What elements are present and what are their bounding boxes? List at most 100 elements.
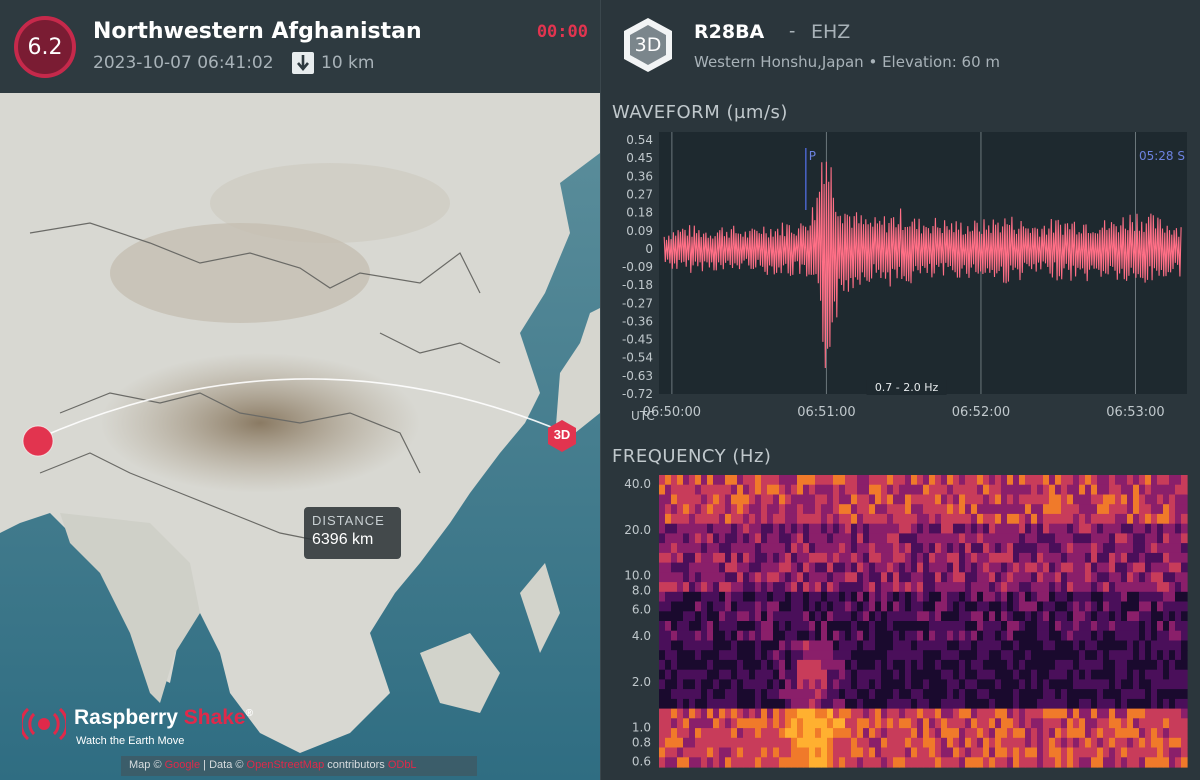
- spectrogram-cell: [1013, 591, 1020, 603]
- s-arrival-label: 05:28 S: [1139, 149, 1185, 163]
- spectrogram-cell: [839, 689, 846, 700]
- spectrogram-cell: [1169, 611, 1176, 622]
- station-badge[interactable]: 3D: [621, 15, 675, 80]
- spectrogram-cell: [1175, 669, 1182, 680]
- spectrogram-cell: [749, 582, 756, 593]
- spectrogram-cell: [929, 698, 936, 710]
- spectrogram-cell: [1013, 621, 1020, 632]
- spectrogram-cell: [953, 689, 960, 700]
- spectrogram-cell: [827, 572, 834, 583]
- spectrogram-cell: [1103, 757, 1110, 768]
- spectrogram-cell: [1073, 523, 1080, 534]
- spectrogram-cell: [1103, 747, 1110, 758]
- spectrogram-cell: [1043, 494, 1050, 505]
- spectrogram-cell: [977, 475, 984, 486]
- spectrogram-cell: [1121, 640, 1128, 651]
- spectrogram-cell: [665, 679, 672, 690]
- spectrogram-cell: [1175, 582, 1182, 593]
- spectrogram-cell: [671, 562, 678, 573]
- spectrogram-cell: [905, 650, 912, 661]
- spectrogram-cell: [1061, 533, 1068, 544]
- spectrogram-cell: [1043, 630, 1050, 641]
- spectrogram-cell: [995, 504, 1002, 515]
- attrib-link-google[interactable]: Google: [165, 759, 200, 771]
- spectrogram-cell: [731, 640, 738, 651]
- spectrogram-cell: [1085, 659, 1092, 671]
- spectrogram-cell: [839, 640, 846, 651]
- spectrogram-chart[interactable]: 40.020.010.08.06.04.02.01.00.80.6: [601, 475, 1200, 775]
- spectrogram-cell: [917, 728, 924, 739]
- spectrogram-cell: [995, 708, 1002, 719]
- spectrogram-cell: [1043, 621, 1050, 632]
- spectrogram-cell: [857, 757, 864, 768]
- spectrogram-cell: [911, 708, 918, 719]
- spectrogram-cell: [761, 698, 768, 710]
- spectrogram-cell: [1169, 718, 1176, 729]
- spectrogram-cell: [761, 572, 768, 583]
- spectrogram-cell: [1037, 650, 1044, 661]
- attrib-link-osm[interactable]: OpenStreetMap: [247, 759, 325, 771]
- spectrogram-cell: [899, 718, 906, 729]
- spectrogram-cell: [929, 630, 936, 641]
- spectrogram-cell: [809, 523, 816, 534]
- spectrogram-cell: [1001, 591, 1008, 603]
- spectrogram-cell: [1085, 513, 1092, 525]
- spectrogram-cell: [965, 650, 972, 661]
- spectrogram-cell: [911, 552, 918, 564]
- spectrogram-cell: [719, 650, 726, 661]
- spectrogram-cell: [1067, 728, 1074, 739]
- spectrogram-cell: [689, 533, 696, 544]
- waveform-chart[interactable]: 06:50:00 06:51:00 06:52:00 06:53:00UTC0.540…: [601, 132, 1200, 432]
- p-arrival-label: P: [809, 149, 816, 163]
- spectrogram-cell: [1019, 650, 1026, 661]
- spectrogram-cell: [1121, 659, 1128, 671]
- event-map[interactable]: 3D DISTANCE 6396 km: [0, 93, 600, 780]
- spectrogram-cell: [1115, 533, 1122, 544]
- spectrogram-cell: [977, 747, 984, 758]
- magnitude-badge[interactable]: 6.2: [14, 16, 76, 78]
- brand-logo[interactable]: Raspberry Shake® Watch the Earth Move: [19, 706, 253, 747]
- spectrogram-cell: [995, 513, 1002, 525]
- spectrogram-cell: [971, 737, 978, 749]
- spectrogram-cell: [959, 689, 966, 700]
- spectrogram-cell: [1085, 689, 1092, 700]
- spectrogram-cell: [893, 747, 900, 758]
- spectrogram-cell: [1145, 728, 1152, 739]
- spectrogram-cell: [749, 698, 756, 710]
- spectrogram-cell: [1019, 475, 1026, 486]
- spectrogram-cell: [965, 621, 972, 632]
- spectrogram-cell: [1139, 689, 1146, 700]
- spectrogram-cell: [1145, 601, 1152, 612]
- spectrogram-cell: [1031, 533, 1038, 544]
- station-marker[interactable]: 3D: [546, 419, 578, 453]
- spectrogram-cell: [839, 728, 846, 739]
- epicenter-marker[interactable]: [20, 423, 56, 459]
- spectrogram-cell: [665, 630, 672, 641]
- spectrogram-cell: [689, 475, 696, 486]
- spectrogram-cell: [719, 747, 726, 758]
- spectrogram-cell: [1025, 679, 1032, 690]
- spectrogram-cell: [803, 757, 810, 768]
- spectrogram-cell: [713, 582, 720, 593]
- attrib-link-odbl[interactable]: ODbL: [388, 759, 417, 771]
- spectrogram-cell: [1133, 513, 1140, 525]
- spectrogram-cell: [935, 757, 942, 768]
- spectrogram-cell: [773, 582, 780, 593]
- spectrogram-cell: [821, 504, 828, 515]
- spectrogram-cell: [695, 601, 702, 612]
- spectrogram-cell: [707, 475, 714, 486]
- spectrogram-cell: [731, 523, 738, 534]
- spectrogram-cell: [713, 513, 720, 525]
- spectrogram-cell: [977, 737, 984, 749]
- spectrogram-cell: [947, 689, 954, 700]
- spectrogram-cell: [809, 728, 816, 739]
- spectrogram-cell: [797, 679, 804, 690]
- spectrogram-cell: [1181, 611, 1188, 622]
- spectrogram-cell: [959, 698, 966, 710]
- spectrogram-cell: [671, 669, 678, 680]
- spectrogram-cell: [923, 650, 930, 661]
- spectrogram-cell: [815, 621, 822, 632]
- spectrogram-cell: [1121, 475, 1128, 486]
- spectrogram-cell: [1181, 621, 1188, 632]
- spectrogram-cell: [1145, 475, 1152, 486]
